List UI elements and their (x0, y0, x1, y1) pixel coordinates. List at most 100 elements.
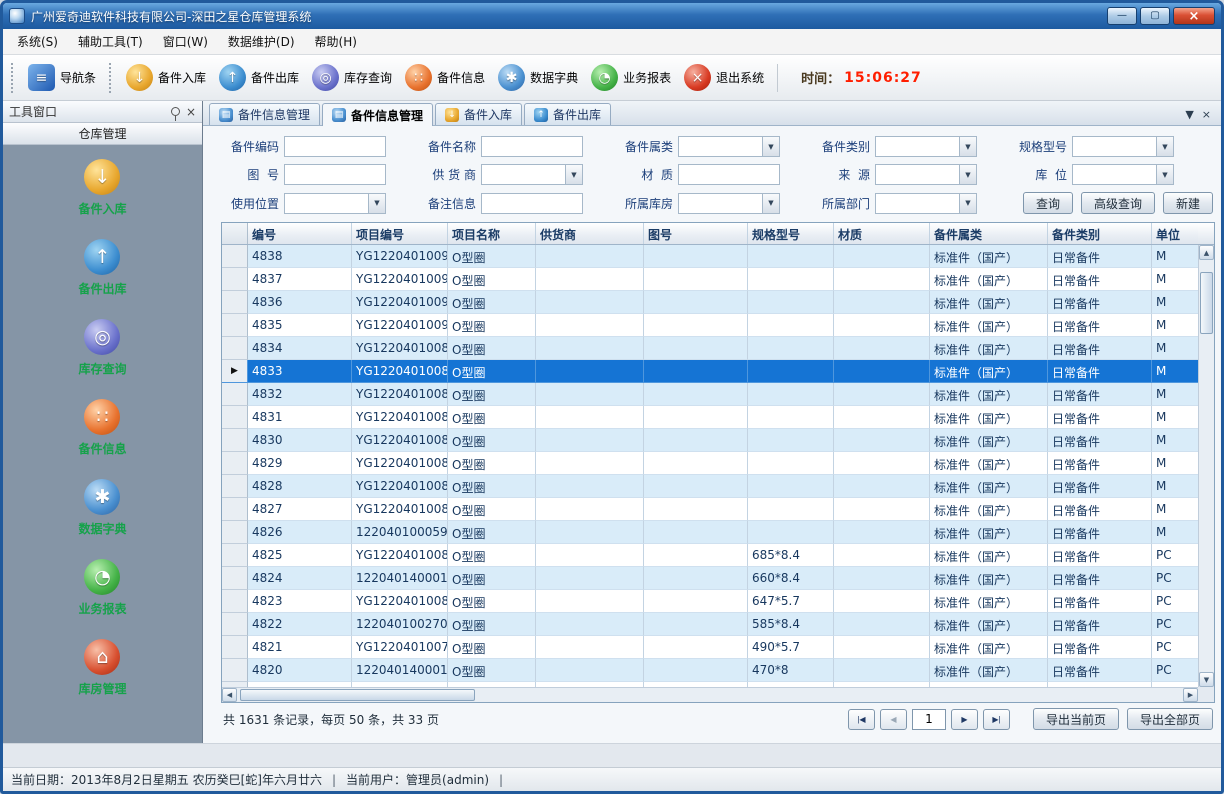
cell: O型圈 (448, 360, 536, 383)
prev-page-button[interactable]: ◀ (880, 709, 907, 730)
menu-aux-tools[interactable]: 辅助工具(T) (68, 29, 153, 54)
sidebar-item-warehouse-management[interactable]: ⌂ 库房管理 (78, 639, 126, 697)
vertical-scrollbar[interactable]: ▲ ▼ (1198, 245, 1214, 687)
menu-help[interactable]: 帮助(H) (305, 29, 367, 54)
maximize-button[interactable]: ▢ (1140, 7, 1170, 25)
table-row[interactable]: 48241220401400012O型圈660*8.4标准件（国产）日常备件PC (222, 567, 1198, 590)
page-number-input[interactable] (912, 709, 946, 730)
new-button[interactable]: 新建 (1163, 192, 1213, 214)
warehouse-management-section-header[interactable]: 仓库管理 (3, 123, 202, 145)
scroll-left-icon[interactable]: ◀ (222, 688, 237, 702)
hscroll-thumb[interactable] (240, 689, 475, 701)
table-row[interactable]: 4830YG12204010085O型圈标准件（国产）日常备件M (222, 429, 1198, 452)
toolbar-item-stock-query[interactable]: ◎ 库存查询 (312, 64, 392, 91)
toolbar-grip[interactable] (11, 63, 15, 93)
column-header-part-category[interactable]: 备件属类 (930, 223, 1048, 244)
table-row[interactable]: 4827YG12204010082O型圈标准件（国产）日常备件M (222, 498, 1198, 521)
toolbar-item-parts-outbound[interactable]: ↑ 备件出库 (219, 64, 299, 91)
warehouse-icon: ⌂ (84, 639, 120, 675)
pin-icon[interactable] (171, 107, 180, 116)
column-header-material[interactable]: 材质 (834, 223, 930, 244)
warehouse-select[interactable]: ▼ (678, 193, 780, 214)
table-row[interactable]: 4838YG12204010093O型圈标准件（国产）日常备件M (222, 245, 1198, 268)
close-button[interactable]: × (1173, 7, 1215, 25)
last-page-button[interactable]: ▶| (983, 709, 1010, 730)
first-page-button[interactable]: |◀ (848, 709, 875, 730)
advanced-query-button[interactable]: 高级查询 (1081, 192, 1155, 214)
column-header-drawing-no[interactable]: 图号 (644, 223, 748, 244)
menu-system[interactable]: 系统(S) (7, 29, 68, 54)
table-row[interactable]: 48221220401002700O型圈585*8.4标准件（国产）日常备件PC (222, 613, 1198, 636)
toolbar-item-parts-info[interactable]: ∷ 备件信息 (405, 64, 485, 91)
sidebar-item-parts-info[interactable]: ∷ 备件信息 (78, 399, 126, 457)
location-select[interactable]: ▼ (1072, 164, 1174, 185)
column-header-unit[interactable]: 单位 (1152, 223, 1198, 244)
table-row[interactable]: 4831YG12204010086O型圈标准件（国产）日常备件M (222, 406, 1198, 429)
query-button[interactable]: 查询 (1023, 192, 1073, 214)
part-name-input[interactable] (481, 136, 583, 157)
table-row[interactable]: 4823YG12204010080O型圈647*5.7标准件（国产）日常备件PC (222, 590, 1198, 613)
sidebar-item-parts-outbound[interactable]: ↑ 备件出库 (78, 239, 126, 297)
table-row[interactable]: 4837YG12204010092O型圈标准件（国产）日常备件M (222, 268, 1198, 291)
tab-close-icon[interactable]: × (1202, 108, 1211, 121)
minimize-button[interactable]: — (1107, 7, 1137, 25)
table-row[interactable]: 4821YG12204010079O型圈490*5.7标准件（国产）日常备件PC (222, 636, 1198, 659)
part-category-select[interactable]: ▼ (678, 136, 780, 157)
part-code-input[interactable] (284, 136, 386, 157)
menu-window[interactable]: 窗口(W) (153, 29, 218, 54)
hscroll-track[interactable] (237, 688, 1183, 702)
column-header-spec-model[interactable]: 规格型号 (748, 223, 834, 244)
sidebar-item-stock-query[interactable]: ◎ 库存查询 (78, 319, 126, 377)
drawing-no-input[interactable] (284, 164, 386, 185)
supplier-select[interactable]: ▼ (481, 164, 583, 185)
source-select[interactable]: ▼ (875, 164, 977, 185)
department-select[interactable]: ▼ (875, 193, 977, 214)
toolbar-grip[interactable] (109, 63, 113, 93)
toolbar-item-business-report[interactable]: ◔ 业务报表 (591, 64, 671, 91)
scroll-down-icon[interactable]: ▼ (1199, 672, 1214, 687)
column-header-part-type[interactable]: 备件类别 (1048, 223, 1152, 244)
toolbar-item-exit-system[interactable]: × 退出系统 (684, 64, 764, 91)
table-row[interactable]: 4825YG12204010081O型圈685*8.4标准件（国产）日常备件PC (222, 544, 1198, 567)
tab-parts-info-management-2[interactable]: ▤ 备件信息管理 (322, 103, 433, 126)
tool-window-close-icon[interactable]: × (186, 105, 196, 119)
use-position-select[interactable]: ▼ (284, 193, 386, 214)
table-row[interactable]: 4836YG12204010091O型圈标准件（国产）日常备件M (222, 291, 1198, 314)
spec-model-select[interactable]: ▼ (1072, 136, 1174, 157)
next-page-button[interactable]: ▶ (951, 709, 978, 730)
table-row[interactable]: 4835YG12204010090O型圈标准件（国产）日常备件M (222, 314, 1198, 337)
table-row[interactable]: ▶4833YG12204010088O型圈标准件（国产）日常备件M (222, 360, 1198, 383)
toolbar-item-navbar[interactable]: ≡ 导航条 (28, 64, 96, 91)
table-row[interactable]: 48261220401000599O型圈标准件（国产）日常备件M (222, 521, 1198, 544)
sidebar-item-data-dictionary[interactable]: ✱ 数据字典 (78, 479, 126, 537)
table-row[interactable]: 4832YG12204010087O型圈标准件（国产）日常备件M (222, 383, 1198, 406)
remark-input[interactable] (481, 193, 583, 214)
vscroll-thumb[interactable] (1200, 272, 1213, 334)
sidebar-item-business-report[interactable]: ◔ 业务报表 (78, 559, 126, 617)
table-row[interactable]: 4828YG12204010083O型圈标准件（国产）日常备件M (222, 475, 1198, 498)
export-current-page-button[interactable]: 导出当前页 (1033, 708, 1119, 730)
toolbar-item-parts-inbound[interactable]: ↓ 备件入库 (126, 64, 206, 91)
export-all-pages-button[interactable]: 导出全部页 (1127, 708, 1213, 730)
tab-list-dropdown-icon[interactable]: ▼ (1185, 108, 1193, 121)
column-header-id[interactable]: 编号 (248, 223, 352, 244)
tab-parts-info-management-1[interactable]: ▤ 备件信息管理 (209, 103, 320, 125)
menu-data-maintenance[interactable]: 数据维护(D) (218, 29, 305, 54)
column-header-supplier[interactable]: 供货商 (536, 223, 644, 244)
tab-parts-outbound[interactable]: ↑ 备件出库 (524, 103, 611, 125)
table-row[interactable]: 48201220401400013O型圈470*8标准件（国产）日常备件PC (222, 659, 1198, 682)
table-row[interactable]: 4829YG12204010084O型圈标准件（国产）日常备件M (222, 452, 1198, 475)
scroll-right-icon[interactable]: ▶ (1183, 688, 1198, 702)
tab-parts-inbound[interactable]: ↓ 备件入库 (435, 103, 522, 125)
table-row[interactable]: 4834YG12204010089O型圈标准件（国产）日常备件M (222, 337, 1198, 360)
scroll-up-icon[interactable]: ▲ (1199, 245, 1214, 260)
material-input[interactable] (678, 164, 780, 185)
vscroll-track[interactable] (1199, 260, 1214, 672)
column-header-project-name[interactable]: 项目名称 (448, 223, 536, 244)
column-header-project-no[interactable]: 项目编号 (352, 223, 448, 244)
title-bar[interactable]: 广州爱奇迪软件科技有限公司-深田之星仓库管理系统 — ▢ × (3, 3, 1221, 29)
toolbar-item-data-dictionary[interactable]: ✱ 数据字典 (498, 64, 578, 91)
part-type-select[interactable]: ▼ (875, 136, 977, 157)
sidebar-item-parts-inbound[interactable]: ↓ 备件入库 (78, 159, 126, 217)
horizontal-scrollbar[interactable]: ◀ ▶ (222, 687, 1198, 702)
